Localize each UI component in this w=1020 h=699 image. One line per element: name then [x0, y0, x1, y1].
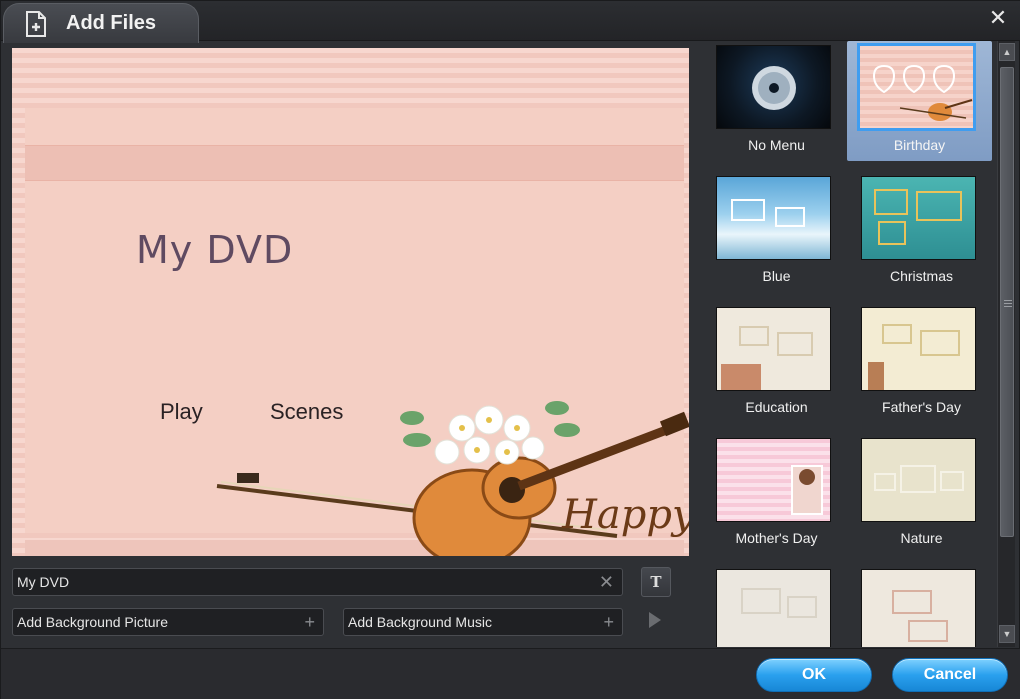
- scroll-down-arrow-icon[interactable]: ▼: [999, 625, 1015, 643]
- template-item[interactable]: [704, 565, 849, 647]
- title-bar: Add Files ✕: [1, 1, 1020, 43]
- template-gallery: No Menu Birthday Blue Christmas Educatio…: [704, 41, 996, 647]
- preview-top-band: [25, 145, 684, 181]
- template-blue[interactable]: Blue: [704, 172, 849, 292]
- template-label: Education: [745, 399, 808, 415]
- template-label: Nature: [900, 530, 943, 546]
- template-thumbnail: [861, 569, 976, 647]
- template-thumbnail: [716, 45, 831, 129]
- add-files-dialog: Add Files ✕ My DVD Play Scenes Happy My …: [0, 0, 1020, 699]
- template-christmas[interactable]: Christmas: [849, 172, 994, 292]
- template-thumbnail: [716, 176, 831, 260]
- add-file-icon: [26, 10, 46, 37]
- template-fathers-day[interactable]: Father's Day: [849, 303, 994, 423]
- menu-title-input[interactable]: My DVD ✕: [12, 568, 623, 596]
- template-birthday[interactable]: Birthday: [847, 41, 992, 161]
- template-label: Mother's Day: [735, 530, 818, 546]
- template-label: Christmas: [889, 268, 953, 284]
- menu-preview: My DVD Play Scenes Happy: [12, 48, 689, 556]
- template-no-menu[interactable]: No Menu: [704, 41, 849, 161]
- scrollbar-thumb[interactable]: [1000, 67, 1014, 537]
- template-thumbnail: [716, 569, 831, 647]
- template-thumbnail: [857, 43, 976, 131]
- guitar-flowers-illustration: Happy: [216, 401, 689, 556]
- dialog-title: Add Files: [66, 12, 157, 34]
- template-thumbnail: [716, 438, 831, 522]
- template-label: Birthday: [893, 137, 946, 153]
- birthday-hearts-thumbnail: [872, 64, 973, 121]
- gallery-scrollbar[interactable]: ▲ ▼: [997, 41, 1015, 647]
- template-label: Blue: [762, 268, 791, 284]
- text-format-button[interactable]: T: [641, 567, 671, 597]
- clear-icon[interactable]: ✕: [599, 572, 614, 593]
- template-mothers-day[interactable]: Mother's Day: [704, 434, 849, 554]
- add-picture-plus-icon[interactable]: +: [304, 612, 315, 633]
- scrollbar-grip-icon: [1004, 300, 1012, 301]
- template-label: Father's Day: [882, 399, 961, 415]
- add-music-plus-icon[interactable]: +: [603, 612, 614, 633]
- template-label: No Menu: [748, 137, 805, 153]
- template-item[interactable]: [849, 565, 994, 647]
- ok-button[interactable]: OK: [756, 658, 872, 692]
- template-thumbnail: [861, 307, 976, 391]
- preview-menu-title[interactable]: My DVD: [136, 228, 293, 272]
- title-tab: Add Files: [3, 3, 199, 43]
- cancel-button[interactable]: Cancel: [892, 658, 1008, 692]
- preview-play-button[interactable]: Play: [160, 399, 203, 425]
- template-thumbnail: [716, 307, 831, 391]
- play-music-icon[interactable]: [649, 612, 661, 628]
- scroll-up-arrow-icon[interactable]: ▲: [999, 43, 1015, 61]
- close-button[interactable]: ✕: [987, 7, 1009, 29]
- add-background-music-field[interactable]: Add Background Music +: [343, 608, 623, 636]
- add-background-picture-label: Add Background Picture: [17, 614, 168, 630]
- template-thumbnail: [861, 438, 976, 522]
- add-background-picture-field[interactable]: Add Background Picture +: [12, 608, 324, 636]
- menu-title-value: My DVD: [17, 574, 70, 590]
- happy-decoration-text: Happy: [561, 492, 689, 538]
- add-background-music-label: Add Background Music: [348, 614, 492, 630]
- template-nature[interactable]: Nature: [849, 434, 994, 554]
- template-education[interactable]: Education: [704, 303, 849, 423]
- template-thumbnail: [861, 176, 976, 260]
- disc-icon: [752, 66, 796, 110]
